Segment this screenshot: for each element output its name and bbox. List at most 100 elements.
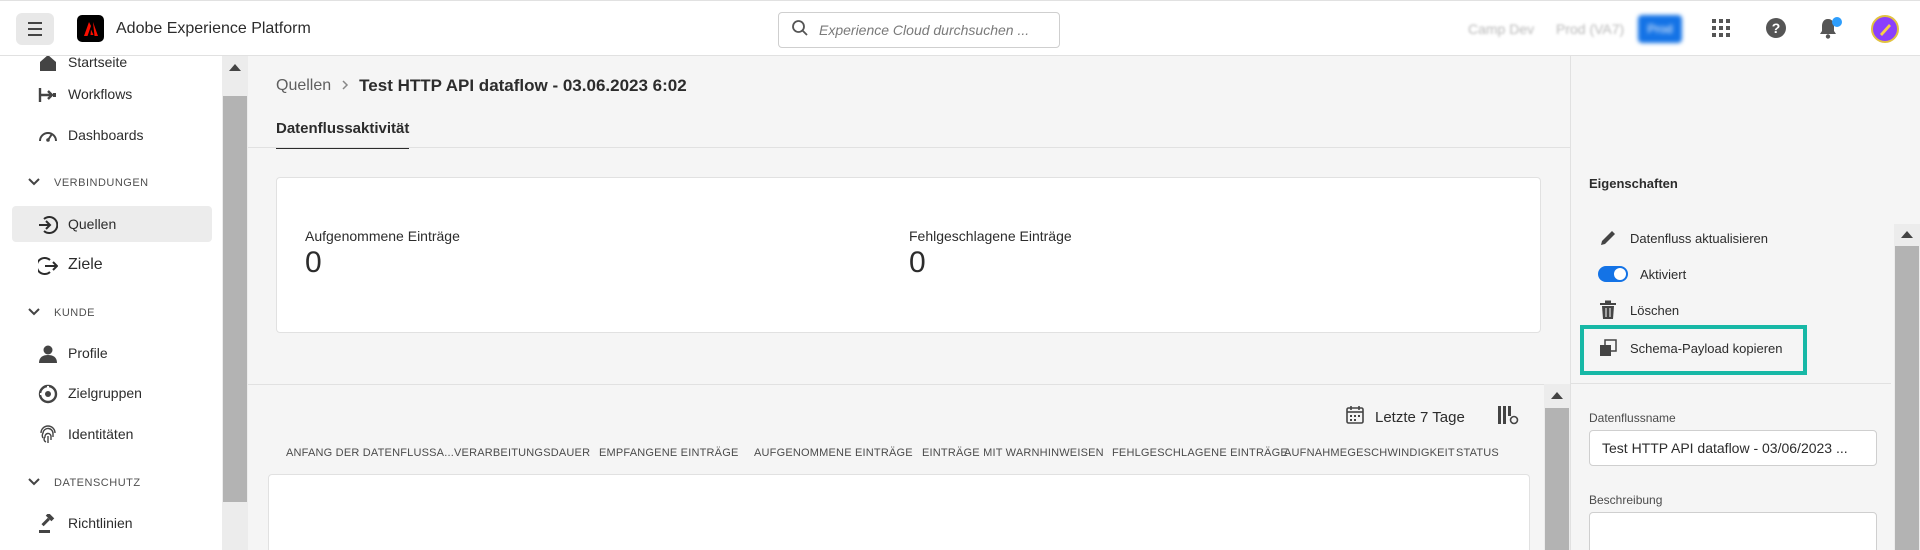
date-range-picker[interactable]: Letzte 7 Tage <box>1345 405 1465 429</box>
sidebar-item-richtlinien[interactable]: Richtlinien <box>12 505 212 541</box>
global-search[interactable] <box>778 12 1060 48</box>
description-label: Beschreibung <box>1589 493 1663 507</box>
notifications-bell-icon[interactable] <box>1817 17 1843 46</box>
tab-divider <box>248 147 1570 148</box>
scrollbar-thumb[interactable] <box>1895 246 1919 550</box>
chevron-down-icon <box>28 177 40 189</box>
profile-icon <box>38 344 58 364</box>
sidebar-item-identitaeten[interactable]: Identitäten <box>12 416 212 452</box>
main-content: Quellen Test HTTP API dataflow - 03.06.2… <box>248 56 1570 550</box>
properties-title: Eigenschaften <box>1589 176 1678 191</box>
svg-text:?: ? <box>1772 20 1781 36</box>
scrollbar-thumb[interactable] <box>223 96 247 502</box>
sidebar-item-label: Identitäten <box>68 426 134 442</box>
sidebar-item-zielgruppen[interactable]: Zielgruppen <box>12 375 212 411</box>
toggle-label: Aktiviert <box>1640 266 1687 282</box>
adobe-logo-icon[interactable] <box>77 15 104 42</box>
search-input[interactable] <box>819 22 1039 38</box>
hamburger-menu-button[interactable] <box>16 13 54 45</box>
sidebar-item-label: Zielgruppen <box>68 385 142 401</box>
metric-failed: Fehlgeschlagene Einträge 0 <box>909 228 1072 280</box>
org-switcher[interactable]: Camp Dev <box>1468 1 1534 57</box>
home-icon <box>38 56 58 73</box>
highlight-box <box>1580 325 1807 375</box>
sidebar-item-label: Richtlinien <box>68 515 133 531</box>
column-header[interactable]: AUFNAHMEGESCHWINDIGKEIT <box>1284 447 1455 459</box>
metric-label: Fehlgeschlagene Einträge <box>909 228 1072 244</box>
org-name: Camp Dev <box>1468 21 1535 37</box>
sandbox-switcher[interactable]: Prod (VA7) <box>1556 1 1624 57</box>
sidebar-item-ziele[interactable]: Ziele <box>12 247 212 283</box>
section-kunde[interactable]: KUNDE <box>28 307 95 319</box>
table-scrollbar[interactable] <box>1544 384 1570 550</box>
page-title: Test HTTP API dataflow - 03.06.2023 6:02 <box>359 76 687 95</box>
metric-ingested: Aufgenommene Einträge 0 <box>305 228 460 280</box>
section-label: VERBINDUNGEN <box>54 177 149 189</box>
sidebar-item-label: Startseite <box>68 56 128 70</box>
sidebar-item-label: Dashboards <box>68 127 144 143</box>
sidebar-item-profile[interactable]: Profile <box>12 335 212 371</box>
sources-icon <box>38 215 59 235</box>
scroll-up-arrow-icon[interactable] <box>229 64 241 71</box>
app-title[interactable]: Adobe Experience Platform <box>116 20 311 38</box>
audiences-icon <box>38 384 58 404</box>
sidebar-item-quellen[interactable]: Quellen <box>12 206 212 242</box>
menu-icon <box>28 20 42 38</box>
enabled-toggle[interactable]: Aktiviert <box>1598 262 1686 286</box>
column-header[interactable]: AUFGENOMMENE EINTRÄGE <box>754 447 913 459</box>
breadcrumb: Quellen Test HTTP API dataflow - 03.06.2… <box>276 76 687 96</box>
column-header[interactable]: VERARBEITUNGSDAUER <box>454 447 590 459</box>
dataflow-name-field[interactable]: Test HTTP API dataflow - 03/06/2023 ... <box>1589 430 1877 466</box>
help-icon[interactable]: ? <box>1765 17 1787 44</box>
sidebar-item-label: Quellen <box>68 216 117 232</box>
apps-grid-icon[interactable] <box>1710 17 1732 44</box>
column-header[interactable]: STATUS <box>1456 447 1499 459</box>
fingerprint-icon <box>38 425 58 445</box>
sidebar-scrollbar[interactable] <box>222 56 248 550</box>
scrollbar-thumb[interactable] <box>1545 408 1569 550</box>
section-verbindungen[interactable]: VERBINDUNGEN <box>28 177 149 189</box>
panel-border <box>1570 56 1571 151</box>
column-header[interactable]: EINTRÄGE MIT WARNHINWEISEN <box>922 447 1104 459</box>
delete-button[interactable]: Löschen <box>1598 298 1679 322</box>
workflow-icon <box>38 85 58 105</box>
column-header[interactable]: EMPFANGENE EINTRÄGE <box>599 447 739 459</box>
column-settings-icon[interactable] <box>1497 405 1519 430</box>
section-label: KUNDE <box>54 307 96 319</box>
chevron-right-icon <box>341 79 349 93</box>
toggle-switch[interactable] <box>1598 266 1628 282</box>
description-field[interactable] <box>1589 512 1877 550</box>
action-label: Datenfluss aktualisieren <box>1630 230 1769 246</box>
sidebar-item-workflows[interactable]: Workflows <box>12 76 212 112</box>
sidebar-item-dashboards[interactable]: Dashboards <box>12 117 212 153</box>
chevron-down-icon <box>28 477 40 489</box>
search-icon <box>791 19 809 42</box>
sidebar-item-label: Ziele <box>68 256 103 273</box>
metrics-card: Aufgenommene Einträge 0 Fehlgeschlagene … <box>276 177 1541 333</box>
update-dataflow-button[interactable]: Datenfluss aktualisieren <box>1598 226 1768 250</box>
panel-divider <box>1571 383 1891 384</box>
scroll-up-arrow-icon[interactable] <box>1901 231 1913 238</box>
breadcrumb-parent-link[interactable]: Quellen <box>276 77 331 95</box>
properties-scrollbar[interactable] <box>1894 224 1920 550</box>
dataflow-name-label: Datenflussname <box>1589 411 1676 425</box>
top-bar: Adobe Experience Platform Camp Dev Prod … <box>0 0 1920 56</box>
tab-datenflussaktivitaet[interactable]: Datenflussaktivität <box>276 120 410 149</box>
metric-value: 0 <box>305 246 322 279</box>
sidebar-item-label: Profile <box>68 345 108 361</box>
metric-value: 0 <box>909 246 926 279</box>
section-datenschutz[interactable]: DATENSCHUTZ <box>28 477 141 489</box>
scroll-up-arrow-icon[interactable] <box>1551 392 1563 399</box>
left-nav: Startseite Workflows Dashboards VERBINDU… <box>0 56 222 550</box>
edit-pencil-icon <box>1598 228 1618 248</box>
gavel-icon <box>38 512 58 534</box>
user-avatar[interactable] <box>1871 15 1899 48</box>
column-header[interactable]: FEHLGESCHLAGENE EINTRÄGE <box>1112 447 1288 459</box>
metric-label: Aufgenommene Einträge <box>305 228 460 244</box>
sandbox-name: Prod (VA7) <box>1556 21 1625 37</box>
column-header[interactable]: ANFANG DER DATENFLUSSA... <box>286 447 454 459</box>
destinations-icon <box>35 256 59 276</box>
dataflow-runs-table <box>268 474 1530 550</box>
trash-icon <box>1598 300 1618 320</box>
section-label: DATENSCHUTZ <box>54 477 141 489</box>
